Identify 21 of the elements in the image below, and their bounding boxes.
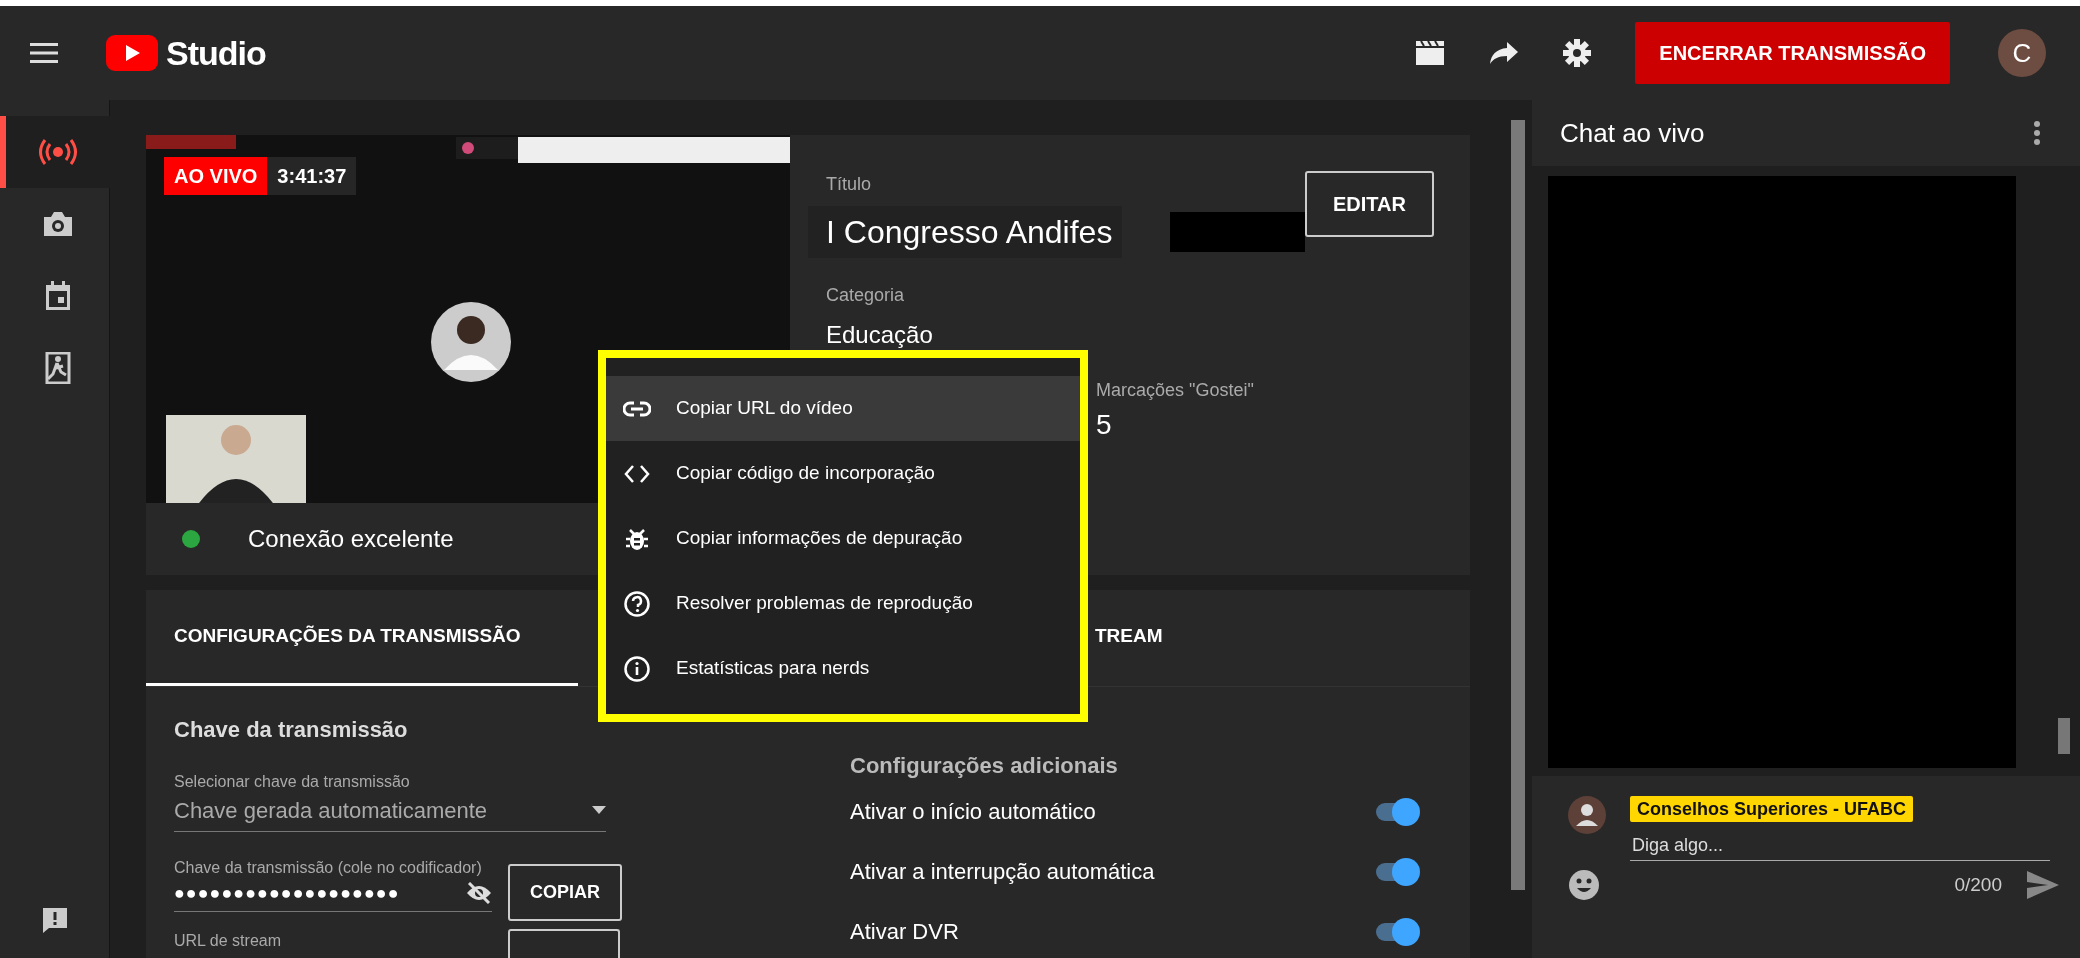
studio-logo-text: Studio [166, 32, 266, 74]
toggle-label: Ativar o início automático [850, 798, 1096, 826]
field-label: Marcações "Gostei" [1096, 379, 1254, 402]
chat-title: Chat ao vivo [1560, 116, 1705, 150]
character-counter: 0/200 [1954, 872, 2002, 897]
field-value: Educação [826, 320, 934, 350]
field-label: URL de stream [174, 930, 282, 951]
author-name-badge: Conselhos Superiores - UFABC [1630, 796, 1914, 822]
stream-title: I Congresso Andifes [808, 206, 1123, 258]
field-label: Selecionar chave da transmissão [174, 771, 411, 792]
connection-status: Conexão excelente [248, 524, 454, 554]
field-value: 5 [1096, 408, 1113, 442]
field-label: Chave da transmissão (cole no codificador) [174, 857, 483, 878]
field-label: Categoria [826, 284, 906, 307]
section-heading: Configurações adicionais [850, 752, 1118, 778]
toggle-label: Ativar DVR [850, 918, 959, 946]
toggle-label: Ativar a interrupção automática [850, 858, 1155, 886]
field-label: Título [826, 173, 873, 196]
live-badge: AO VIVO [164, 157, 268, 195]
elapsed-time: 3:41:37 [267, 157, 357, 195]
section-heading: Chave da transmissão [174, 715, 409, 744]
